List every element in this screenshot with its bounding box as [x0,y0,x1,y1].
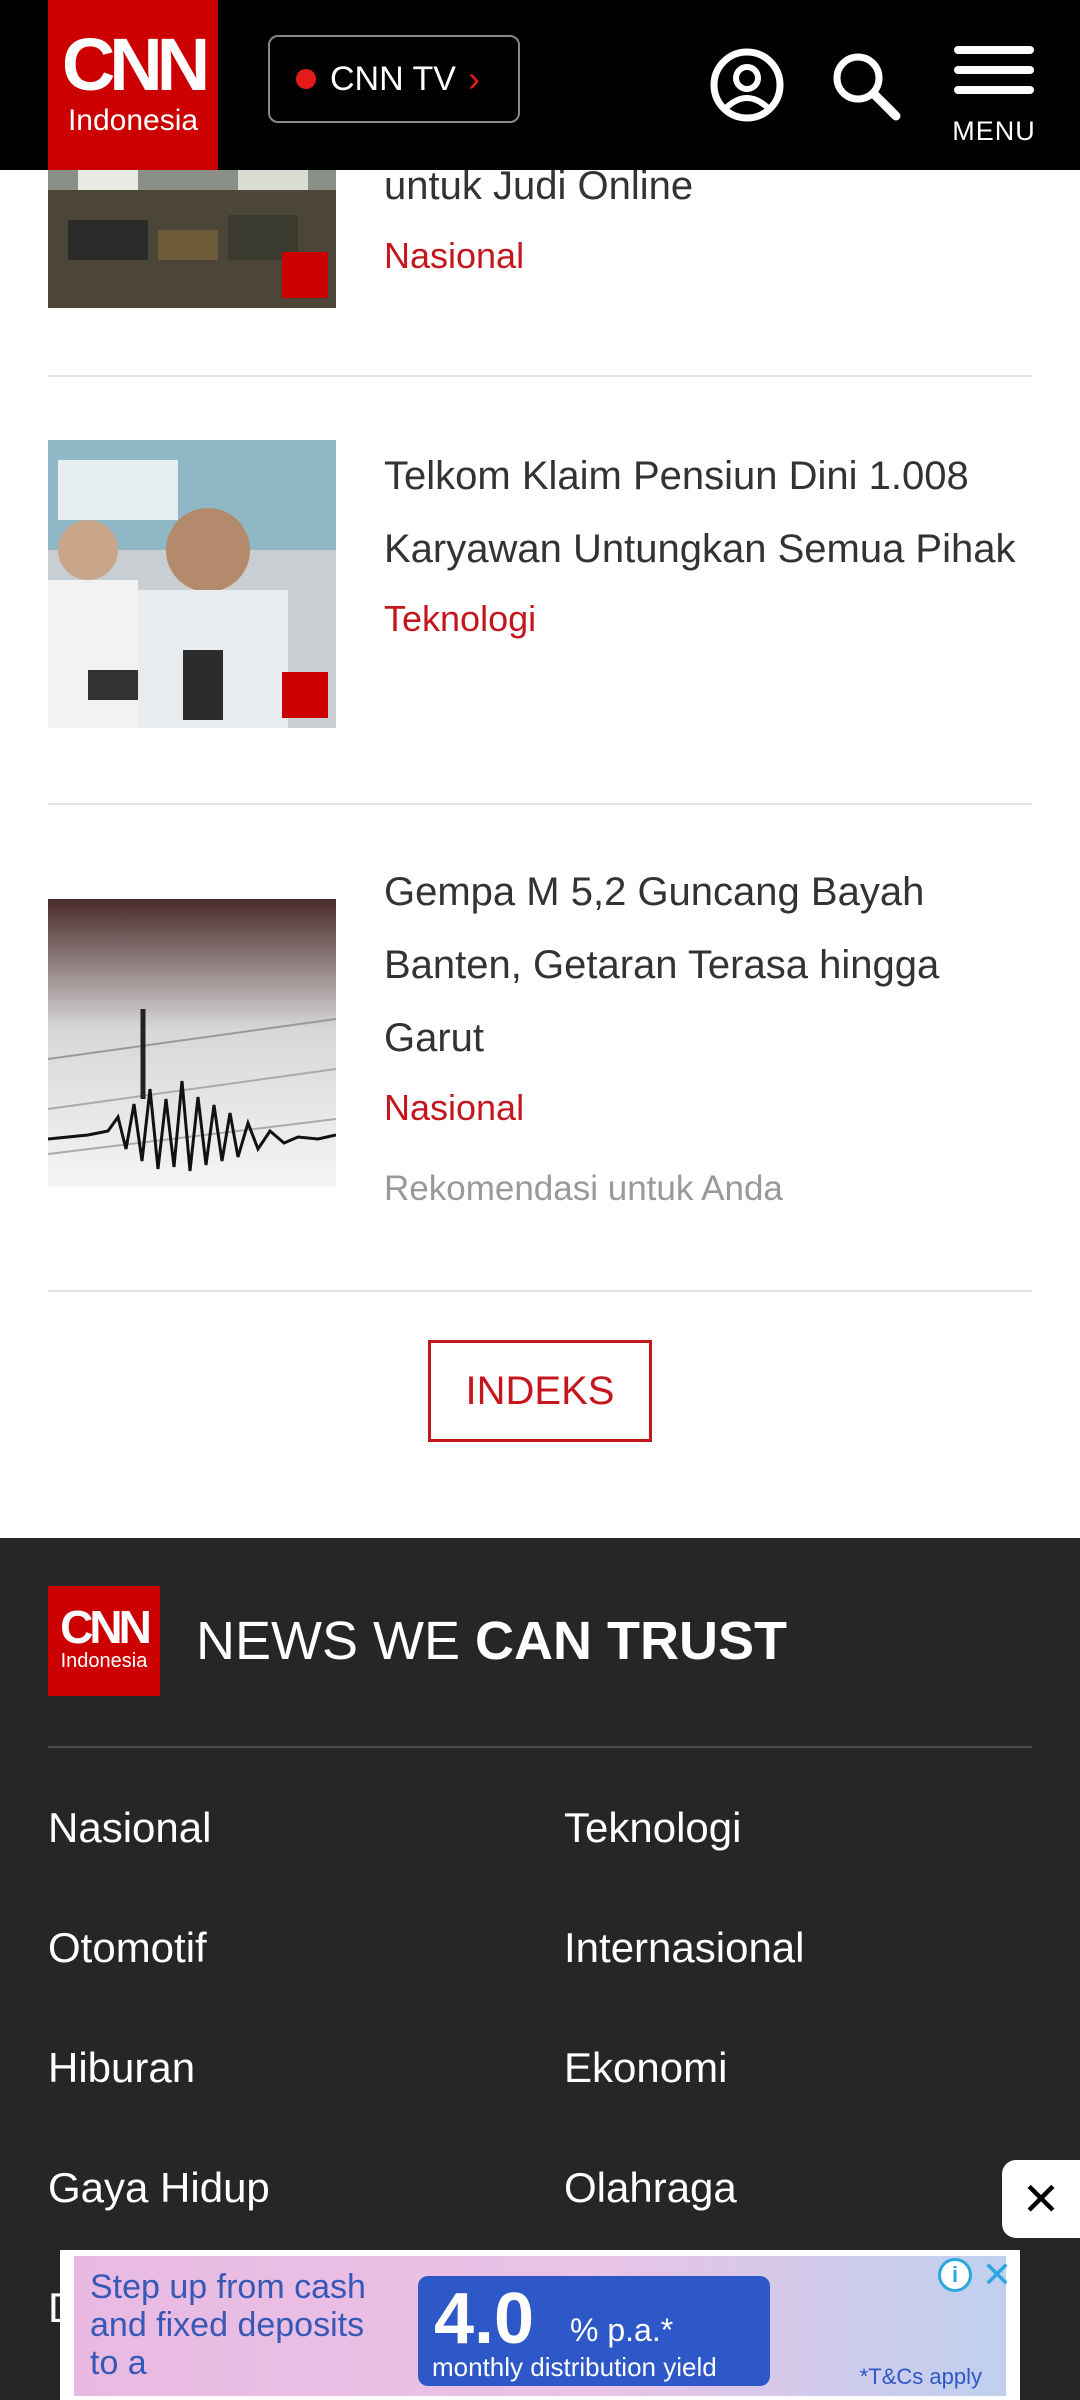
search-icon[interactable] [820,40,910,130]
article-category[interactable]: Teknologi [384,598,1034,640]
footer-link-internasional[interactable]: Internasional [564,1924,805,1972]
ad-rate-box: 4.0 % p.a.* monthly distribution yield [418,2276,770,2386]
article-title[interactable]: Telkom Klaim Pensiun Dini 1.008 Karyawan… [384,440,1034,586]
ad-creative[interactable]: Step up from cash and fixed deposits to … [74,2256,1006,2396]
ad-info-icon[interactable]: i [938,2258,972,2292]
divider [48,1290,1032,1292]
footer-divider [48,1746,1032,1748]
live-dot-icon [296,69,316,89]
logo-main-text: CNN [61,23,210,106]
ad-banner[interactable]: Step up from cash and fixed deposits to … [60,2250,1020,2400]
ad-yield-label: monthly distribution yield [432,2352,717,2382]
footer-tagline: NEWS WE CAN TRUST [196,1610,787,1672]
footer-link-olahraga[interactable]: Olahraga [564,2164,737,2212]
list-item[interactable]: Gempa M 5,2 Guncang Bayah Banten, Getara… [48,856,1032,1236]
ad-tcs: *T&Cs apply [859,2364,982,2389]
ad-text: Step up from cash and fixed deposits to … [90,2268,366,2382]
ad-close-icon[interactable]: ✕ [982,2254,1012,2296]
article-category[interactable]: Nasional [384,1087,1034,1129]
ad-rate-value: 4.0 [434,2279,535,2359]
article-title[interactable]: Gempa M 5,2 Guncang Bayah Banten, Getara… [384,856,1034,1075]
divider [48,803,1032,805]
footer-logo-main-text: CNN [60,1601,152,1653]
cnn-tv-button[interactable]: CNN TV › [268,35,520,123]
article-category[interactable]: Nasional [384,235,1034,277]
footer-link-teknologi[interactable]: Teknologi [564,1804,741,1852]
ad-rate-unit: % p.a.* [570,2312,674,2348]
menu-label: MENU [952,116,1036,146]
recommendation-label: Rekomendasi untuk Anda [384,1169,783,1208]
list-item[interactable]: Telkom Klaim Pensiun Dini 1.008 Karyawan… [48,440,1032,740]
chevron-right-icon: › [467,58,480,99]
tagline-bold: CAN TRUST [475,1611,787,1671]
footer-link-gaya-hidup[interactable]: Gaya Hidup [48,2164,270,2212]
site-header: CNN Indonesia CNN TV › MENU [0,0,1080,170]
footer-link-hiburan[interactable]: Hiburan [48,2044,195,2092]
article-thumbnail [48,440,336,728]
ad-dismiss-button[interactable]: ✕ [1002,2160,1080,2238]
menu-button[interactable]: MENU [944,36,1044,166]
cnn-indonesia-logo[interactable]: CNN Indonesia [48,0,218,170]
tagline-light: NEWS WE [196,1611,475,1671]
footer-cnn-logo[interactable]: CNN Indonesia [48,1586,160,1696]
footer-link-nasional[interactable]: Nasional [48,1804,211,1852]
footer-logo-sub-text: Indonesia [60,1650,148,1672]
footer-link-otomotif[interactable]: Otomotif [48,1924,207,1972]
logo-sub-text: Indonesia [67,104,199,137]
indeks-button[interactable]: INDEKS [428,1340,652,1442]
article-thumbnail [48,899,336,1187]
hamburger-icon [954,46,1034,96]
footer-link-ekonomi[interactable]: Ekonomi [564,2044,727,2092]
account-icon[interactable] [702,40,792,130]
cnn-tv-label: CNN TV [330,59,456,98]
divider [48,375,1032,377]
